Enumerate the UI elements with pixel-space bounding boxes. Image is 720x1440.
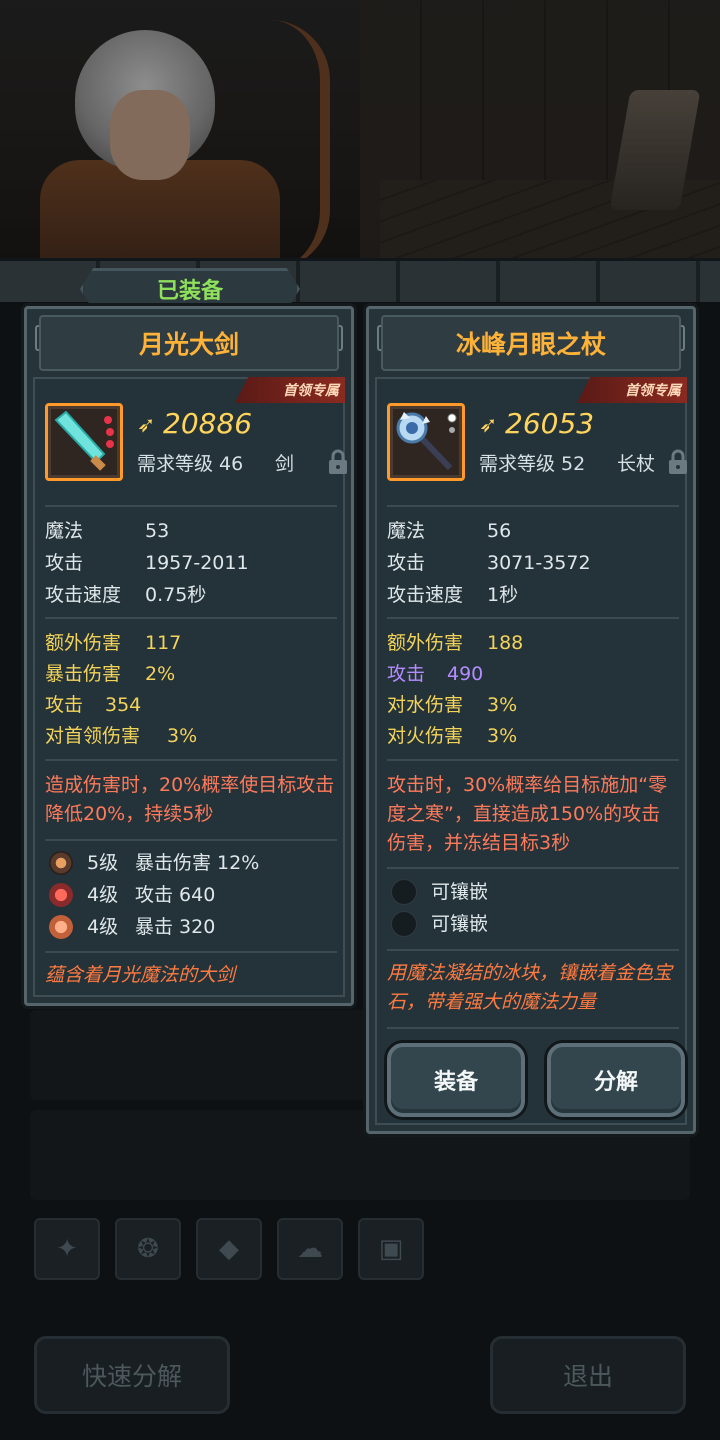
special-effect: 攻击时，30%概率给目标施加“零度之寒”，直接造成150%的攻击伤害，并冻结目标… — [387, 774, 668, 854]
equipped-label: 已装备 — [156, 279, 223, 304]
exit-label: 退出 — [562, 1362, 613, 1391]
bonus-stat-row: 对水伤害 3% — [387, 694, 518, 716]
power-icon: ➶ — [479, 413, 498, 438]
bonus-stat-row: 攻击 354 — [45, 694, 142, 716]
empty-socket-icon — [391, 879, 417, 905]
boss-badge-label: 首领专属 — [625, 383, 681, 399]
special-effect: 造成伤害时，20%概率使目标攻击降低20%，持续5秒 — [45, 774, 335, 825]
divider — [45, 505, 337, 507]
divider — [387, 1027, 679, 1029]
flavor-text: 用魔法凝结的冰块，镶嵌着金色宝石，带着强大的魔法力量 — [387, 962, 673, 1013]
bonus-stat-row: 额外伤害 188 — [387, 632, 524, 654]
gem-row: 5级 暴击伤害 12% — [87, 852, 260, 874]
dismantle-label: 分解 — [593, 1070, 638, 1095]
compare-item-panel: 冰峰月眼之杖 首领专属 ➶ 26053 需求等级 52 长杖 魔法 56 攻击 … — [366, 306, 696, 1134]
divider — [387, 759, 679, 761]
gem-row: 4级 暴击 320 — [87, 916, 216, 938]
stat-row: 魔法 53 — [45, 520, 170, 542]
boss-exclusive-badge: 首领专属 — [577, 377, 687, 403]
power-value: 26053 — [505, 407, 595, 440]
equipped-item-panel: 月光大剑 首领专属 ➶ 20886 需求等级 46 剑 魔法 53 攻击 195… — [24, 306, 354, 1006]
stat-row: 攻击 1957-2011 — [45, 552, 249, 574]
bonus-stat-row: 对首领伤害 3% — [45, 725, 198, 747]
exit-button[interactable]: 退出 — [490, 1336, 686, 1414]
equip-button[interactable]: 装备 — [387, 1043, 525, 1117]
bonus-stat-row: 暴击伤害 2% — [45, 663, 176, 685]
socket-label: 可镶嵌 — [431, 913, 489, 935]
bonus-stat-row: 额外伤害 117 — [45, 632, 182, 654]
background-scene — [0, 0, 720, 270]
weapon-type: 剑 — [275, 453, 295, 475]
stat-row: 攻击速度 1秒 — [387, 584, 519, 606]
stat-row: 魔法 56 — [387, 520, 512, 542]
divider — [45, 839, 337, 841]
category-pet-icon[interactable]: ❂ — [115, 1218, 181, 1280]
gem-row: 4级 攻击 640 — [87, 884, 216, 906]
socket-label: 可镶嵌 — [431, 881, 489, 903]
gem-icon — [49, 851, 73, 875]
boss-badge-label: 首领专属 — [283, 383, 339, 399]
sword-icon — [45, 403, 123, 481]
bonus-stat-row: 对火伤害 3% — [387, 725, 518, 747]
staff-icon — [387, 403, 465, 481]
divider — [45, 951, 337, 953]
power-icon: ➶ — [137, 413, 156, 438]
gem-icon — [49, 915, 73, 939]
stat-row: 攻击 3071-3572 — [387, 552, 591, 574]
divider — [387, 867, 679, 869]
equipped-tab: 已装备 — [80, 268, 300, 310]
scene-dim-overlay — [0, 0, 720, 270]
category-chest-icon[interactable]: ▣ — [358, 1218, 424, 1280]
category-weapon-icon[interactable]: ✦ — [34, 1218, 100, 1280]
item-name: 冰峰月眼之杖 — [455, 330, 606, 359]
dismantle-button[interactable]: 分解 — [547, 1043, 685, 1117]
empty-socket-icon — [391, 911, 417, 937]
equip-label: 装备 — [433, 1070, 478, 1095]
category-material-icon[interactable]: ☁ — [277, 1218, 343, 1280]
divider — [45, 759, 337, 761]
item-card: 首领专属 ➶ 20886 需求等级 46 剑 魔法 53 攻击 1957-2011 — [33, 377, 347, 997]
item-name: 月光大剑 — [138, 330, 239, 359]
gem-icon — [49, 883, 73, 907]
lock-icon[interactable] — [667, 449, 689, 475]
item-card: 首领专属 ➶ 26053 需求等级 52 长杖 魔法 56 攻击 3071-35… — [375, 377, 687, 1125]
divider — [387, 617, 679, 619]
category-gem-icon[interactable]: ◆ — [196, 1218, 262, 1280]
divider — [45, 617, 337, 619]
quick-dismantle-label: 快速分解 — [81, 1362, 182, 1391]
bonus-stat-row: 攻击 490 — [387, 663, 484, 685]
level-requirement: 需求等级 46 — [137, 453, 244, 475]
stat-row: 攻击速度 0.75秒 — [45, 584, 207, 606]
item-title-bar: 冰峰月眼之杖 — [381, 315, 681, 371]
item-title-bar: 月光大剑 — [39, 315, 339, 371]
weapon-type: 长杖 — [617, 453, 656, 475]
boss-exclusive-badge: 首领专属 — [235, 377, 345, 403]
flavor-text: 蕴含着月光魔法的大剑 — [45, 964, 236, 986]
divider — [387, 505, 679, 507]
quick-dismantle-button[interactable]: 快速分解 — [34, 1336, 230, 1414]
level-requirement: 需求等级 52 — [479, 453, 586, 475]
divider — [387, 949, 679, 951]
lock-icon[interactable] — [327, 449, 349, 475]
power-value: 20886 — [163, 407, 253, 440]
